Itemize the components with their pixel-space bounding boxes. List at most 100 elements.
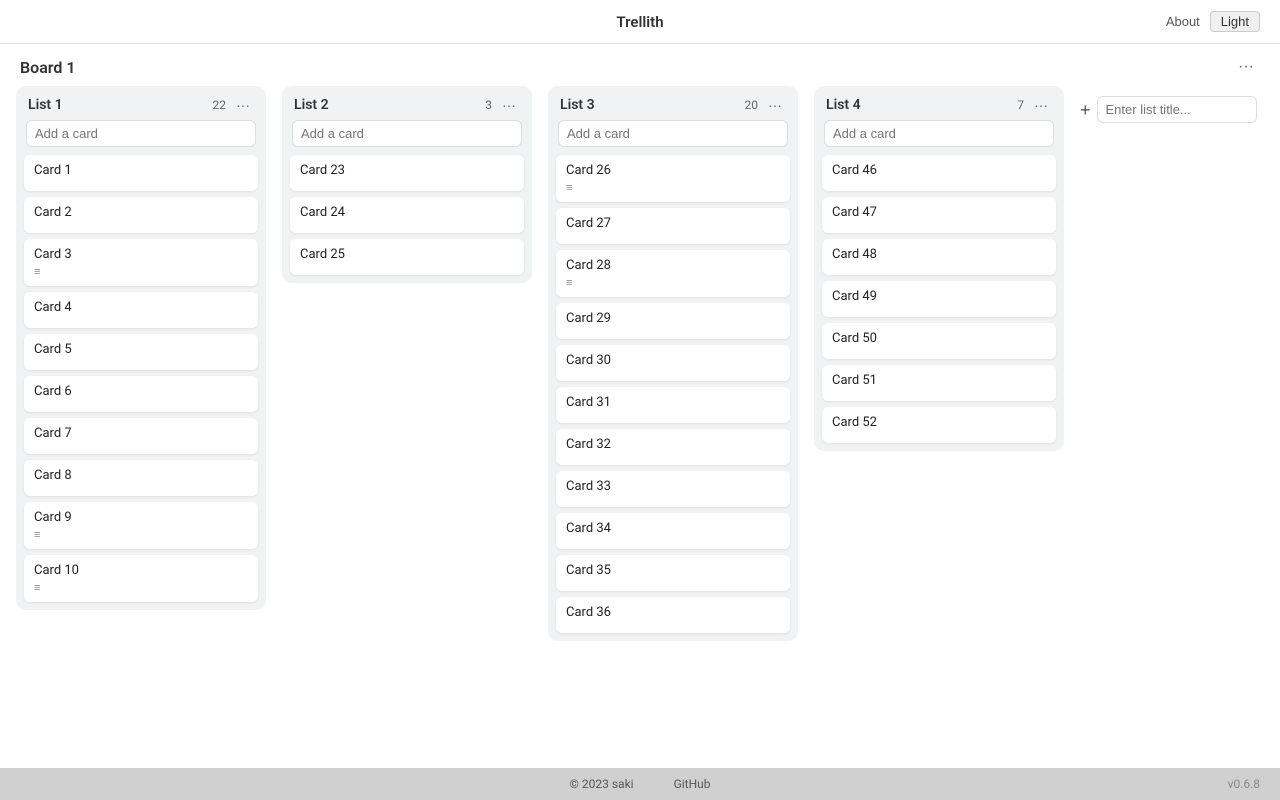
footer-version: v0.6.8 xyxy=(1228,777,1260,791)
header-actions: About Light xyxy=(1166,11,1260,32)
list-header-list3: List 3 20 ··· xyxy=(548,86,798,120)
card-name: Card 35 xyxy=(566,563,780,578)
card-name: Card 10 xyxy=(34,563,248,578)
card-name: Card 27 xyxy=(566,216,780,231)
card[interactable]: Card 51 xyxy=(822,365,1056,401)
list-title-list3: List 3 xyxy=(560,97,739,113)
card-name: Card 49 xyxy=(832,289,1046,304)
card-name: Card 26 xyxy=(566,163,780,178)
card[interactable]: Card 47 xyxy=(822,197,1056,233)
card-name: Card 9 xyxy=(34,510,248,525)
card[interactable]: Card 4 xyxy=(24,292,258,328)
card[interactable]: Card 29 xyxy=(556,303,790,339)
card-name: Card 50 xyxy=(832,331,1046,346)
card-name: Card 46 xyxy=(832,163,1046,178)
list-title-list1: List 1 xyxy=(28,97,207,113)
new-list-input[interactable] xyxy=(1097,96,1257,123)
list-count-list4: 7 xyxy=(1017,98,1024,112)
card-name: Card 23 xyxy=(300,163,514,178)
card-name: Card 7 xyxy=(34,426,248,441)
list-list1: List 1 22 ··· Card 1 Card 2 Card 3 ≡ Card 4 Card… xyxy=(16,86,266,610)
lists-container: List 1 22 ··· Card 1 Card 2 Card 3 ≡ Card 4 Card… xyxy=(0,86,1280,768)
list-title-list2: List 2 xyxy=(294,97,479,113)
card[interactable]: Card 1 xyxy=(24,155,258,191)
card[interactable]: Card 28 ≡ xyxy=(556,250,790,297)
card[interactable]: Card 31 xyxy=(556,387,790,423)
card-name: Card 29 xyxy=(566,311,780,326)
card[interactable]: Card 30 xyxy=(556,345,790,381)
about-button[interactable]: About xyxy=(1166,14,1200,29)
card[interactable]: Card 6 xyxy=(24,376,258,412)
card[interactable]: Card 33 xyxy=(556,471,790,507)
light-mode-button[interactable]: Light xyxy=(1210,11,1260,32)
card[interactable]: Card 24 xyxy=(290,197,524,233)
add-list-button[interactable]: + xyxy=(1080,101,1091,119)
card-name: Card 52 xyxy=(832,415,1046,430)
add-card-input-list2[interactable] xyxy=(292,120,522,147)
card-name: Card 34 xyxy=(566,521,780,536)
card[interactable]: Card 48 xyxy=(822,239,1056,275)
card-name: Card 33 xyxy=(566,479,780,494)
card-name: Card 4 xyxy=(34,300,248,315)
card[interactable]: Card 46 xyxy=(822,155,1056,191)
list-count-list2: 3 xyxy=(485,98,492,112)
add-card-input-list4[interactable] xyxy=(824,120,1054,147)
list-list4: List 47···Card 46Card 47Card 48Card 49Ca… xyxy=(814,86,1064,451)
card-name: Card 5 xyxy=(34,342,248,357)
list-menu-button-list3[interactable]: ··· xyxy=(764,96,786,114)
card[interactable]: Card 8 xyxy=(24,460,258,496)
card[interactable]: Card 32 xyxy=(556,429,790,465)
add-card-input-list1[interactable] xyxy=(26,120,256,147)
card-description-icon: ≡ xyxy=(566,181,780,194)
card[interactable]: Card 23 xyxy=(290,155,524,191)
footer-github[interactable]: GitHub xyxy=(674,777,711,791)
list-count-list3: 20 xyxy=(745,98,759,112)
card-name: Card 51 xyxy=(832,373,1046,388)
footer-inner: © 2023 saki GitHub v0.6.8 xyxy=(0,777,1280,791)
card[interactable]: Card 3 ≡ xyxy=(24,239,258,286)
card[interactable]: Card 2 xyxy=(24,197,258,233)
card[interactable]: Card 34 xyxy=(556,513,790,549)
list-title-list4: List 4 xyxy=(826,97,1011,113)
card[interactable]: Card 35 xyxy=(556,555,790,591)
list-count-list1: 22 xyxy=(213,98,227,112)
card-name: Card 1 xyxy=(34,163,248,178)
card[interactable]: Card 5 xyxy=(24,334,258,370)
card-name: Card 28 xyxy=(566,258,780,273)
card[interactable]: Card 36 xyxy=(556,597,790,633)
card[interactable]: Card 50 xyxy=(822,323,1056,359)
card[interactable]: Card 52 xyxy=(822,407,1056,443)
board-title: Board 1 xyxy=(20,58,76,77)
list-menu-button-list4[interactable]: ··· xyxy=(1030,96,1052,114)
list-list3: List 320···Card 26≡Card 27Card 28≡Card 2… xyxy=(548,86,798,641)
add-card-input-list3[interactable] xyxy=(558,120,788,147)
card[interactable]: Card 49 xyxy=(822,281,1056,317)
cards-area-list2: Card 23 Card 24 Card 25 xyxy=(282,155,532,283)
board-header: Board 1 ··· xyxy=(0,44,1280,86)
board-menu-button[interactable]: ··· xyxy=(1232,56,1260,78)
card[interactable]: Card 9 ≡ xyxy=(24,502,258,549)
card[interactable]: Card 10≡ xyxy=(24,555,258,602)
card-description-icon: ≡ xyxy=(34,528,248,541)
list-menu-button-list2[interactable]: ··· xyxy=(498,96,520,114)
card-name: Card 30 xyxy=(566,353,780,368)
card-name: Card 31 xyxy=(566,395,780,410)
card-description-icon: ≡ xyxy=(34,265,248,278)
footer-copyright: © 2023 saki xyxy=(569,777,633,791)
app-header: Trellith About Light xyxy=(0,0,1280,44)
card-description-icon: ≡ xyxy=(566,276,780,289)
list-menu-button-list1[interactable]: ··· xyxy=(232,96,254,114)
card-name: Card 47 xyxy=(832,205,1046,220)
card[interactable]: Card 27 xyxy=(556,208,790,244)
card-name: Card 25 xyxy=(300,247,514,262)
list-header-list1: List 1 22 ··· xyxy=(16,86,266,120)
card[interactable]: Card 7 xyxy=(24,418,258,454)
card-name: Card 3 xyxy=(34,247,248,262)
new-list-area: + xyxy=(1080,86,1280,123)
card-name: Card 6 xyxy=(34,384,248,399)
card[interactable]: Card 26 ≡ xyxy=(556,155,790,202)
card[interactable]: Card 25 xyxy=(290,239,524,275)
app-title: Trellith xyxy=(616,13,663,31)
cards-area-list4: Card 46 Card 47 Card 48 Card 49 Card 50 Card … xyxy=(814,155,1064,451)
card-name: Card 36 xyxy=(566,605,780,620)
